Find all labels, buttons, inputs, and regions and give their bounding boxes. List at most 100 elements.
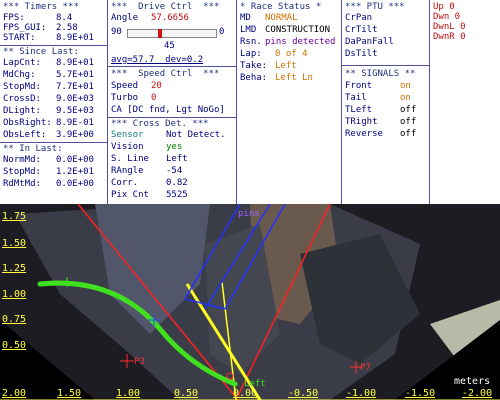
angle-avg-dev: avg=57.7 dev=0.2 bbox=[111, 55, 204, 65]
timer-fpsgui-label: FPS_GUI: bbox=[3, 23, 47, 33]
since-lapcnt-label: LapCnt: bbox=[3, 58, 41, 68]
signal-tail-label: Tail bbox=[345, 93, 367, 103]
motion-dwnr: DwnR 0 bbox=[433, 32, 466, 42]
since-mdchg-label: MdChg: bbox=[3, 70, 36, 80]
timer-start-label: START: bbox=[3, 33, 36, 43]
motion-dwn: Dwn 0 bbox=[433, 12, 461, 22]
ptu-crtilt: CrTilt bbox=[345, 25, 378, 35]
cross-pixcnt-label: Pix Cnt bbox=[111, 190, 149, 200]
ptu-header: *** PTU *** bbox=[345, 2, 405, 12]
timers-panel: *** Timers *** FPS: 8.4 FPS_GUI: 2.58 ST… bbox=[0, 0, 108, 204]
since-crossd-value: 9.0E+03 bbox=[56, 94, 94, 104]
signals-header: ** SIGNALS ** bbox=[345, 69, 416, 79]
x-tick-label: -1.00 bbox=[346, 388, 377, 399]
unit-label: meters bbox=[454, 376, 491, 387]
marker-p3-label: P3 bbox=[134, 357, 145, 367]
drive-header: *** Drive Ctrl *** bbox=[111, 2, 220, 12]
speed-label: Speed bbox=[111, 81, 139, 91]
pins-label: pins bbox=[238, 209, 260, 219]
turbo-label: Turbo bbox=[111, 93, 139, 103]
race-take-value: Left bbox=[275, 61, 297, 71]
race-beha-label: Beha: bbox=[240, 73, 268, 83]
inlast-rdmtmd-label: RdMtMd: bbox=[3, 179, 41, 189]
race-header: * Race Status * bbox=[240, 2, 322, 12]
signal-tleft-value: off bbox=[400, 105, 417, 115]
signal-tail-value: on bbox=[400, 93, 411, 103]
motion-up: Up 0 bbox=[433, 2, 455, 12]
since-obsleft-label: ObsLeft: bbox=[3, 130, 47, 140]
inlast-header: ** In Last: bbox=[3, 144, 63, 154]
cross-sensor-label: Sensor bbox=[111, 130, 144, 140]
divider bbox=[0, 45, 107, 46]
race-reason-value: pins detected bbox=[265, 37, 336, 47]
signal-tleft-label: TLeft bbox=[345, 105, 373, 115]
since-obsright-value: 8.9E-01 bbox=[56, 118, 94, 128]
telemetry-window: *** Timers *** FPS: 8.4 FPS_GUI: 2.58 ST… bbox=[0, 0, 500, 400]
signal-front-value: on bbox=[400, 81, 411, 91]
cross-sline-value: Left bbox=[166, 154, 188, 164]
angle-slider[interactable] bbox=[127, 29, 217, 38]
y-tick-label: 1.75 bbox=[2, 211, 27, 222]
camera-overlay: P3 P7 pins Left bbox=[0, 204, 500, 400]
timer-fpsgui-value: 2.58 bbox=[56, 23, 78, 33]
speed-value: 20 bbox=[151, 81, 162, 91]
since-crossd-label: CrossD: bbox=[3, 94, 41, 104]
inlast-normmd-label: NormMd: bbox=[3, 155, 41, 165]
x-tick-label: 0.50 bbox=[174, 388, 199, 399]
inlast-normmd-value: 0.0E+00 bbox=[56, 155, 94, 165]
ptu-dstilt: DsTilt bbox=[345, 49, 378, 59]
since-mdchg-value: 5.7E+01 bbox=[56, 70, 94, 80]
since-dlight-value: 9.5E+03 bbox=[56, 106, 94, 116]
signal-tright-value: off bbox=[400, 117, 417, 127]
since-dlight-label: DLight: bbox=[3, 106, 41, 116]
slider-max-label: 0 bbox=[219, 27, 225, 37]
signal-tright-label: TRight bbox=[345, 117, 378, 127]
divider bbox=[0, 142, 107, 143]
signal-reverse-value: off bbox=[400, 129, 417, 139]
y-tick-label: 0.50 bbox=[2, 340, 27, 351]
race-status-panel: * Race Status * MD NORMAL LMD CONSTRUCTI… bbox=[237, 0, 342, 204]
cross-corr-label: Corr. bbox=[111, 178, 139, 188]
ptu-dapanfall: DaPanFall bbox=[345, 37, 394, 47]
cross-rangle-label: RAngle bbox=[111, 166, 144, 176]
speed-header: *** Speed Ctrl *** bbox=[111, 69, 220, 79]
signal-front-label: Front bbox=[345, 81, 373, 91]
since-obsright-label: ObsRight: bbox=[3, 118, 52, 128]
race-reason-label: Rsn. bbox=[240, 37, 262, 47]
x-tick-label: 2.00 bbox=[2, 388, 27, 399]
inlast-rdmtmd-value: 0.0E+00 bbox=[56, 179, 94, 189]
motion-status-panel: Up 0 Dwn 0 DwnL 0 DwnR 0 bbox=[430, 0, 500, 204]
ca-status: CA [DC fnd, Lgt NoGo] bbox=[111, 105, 225, 115]
inlast-stopmd-value: 1.2E+01 bbox=[56, 167, 94, 177]
x-tick-label: 0.00 bbox=[233, 388, 258, 399]
since-stopmd-label: StopMd: bbox=[3, 82, 41, 92]
turbo-value: 0 bbox=[151, 93, 157, 103]
motion-dwnl: DwnL 0 bbox=[433, 22, 466, 32]
x-tick-label: 1.00 bbox=[116, 388, 141, 399]
race-beha-value: Left Ln bbox=[275, 73, 313, 83]
race-take-label: Take: bbox=[240, 61, 268, 71]
slider-mid-label: 45 bbox=[164, 41, 175, 51]
timers-header: *** Timers *** bbox=[3, 2, 79, 12]
cross-vision-value: yes bbox=[166, 142, 183, 152]
race-lap-label: Lap: bbox=[240, 49, 262, 59]
ptu-panel: *** PTU *** CrPan CrTilt DaPanFall DsTil… bbox=[342, 0, 430, 204]
marker-p7-label: P7 bbox=[360, 363, 371, 373]
since-lapcnt-value: 8.9E+01 bbox=[56, 58, 94, 68]
y-tick-label: 1.25 bbox=[2, 263, 27, 274]
divider bbox=[108, 117, 236, 118]
race-md-label: MD bbox=[240, 13, 251, 23]
inlast-stopmd-label: StopMd: bbox=[3, 167, 41, 177]
race-lmd-value: CONSTRUCTION bbox=[265, 25, 331, 35]
cross-rangle-value: -54 bbox=[166, 166, 183, 176]
timer-fps-label: FPS: bbox=[3, 13, 25, 23]
race-lap-value: 0 of 4 bbox=[275, 49, 308, 59]
signal-reverse-label: Reverse bbox=[345, 129, 383, 139]
angle-slider-knob[interactable] bbox=[158, 29, 162, 38]
camera-view[interactable]: P3 P7 pins Left 1.75 1.50 1.25 1.00 0.75… bbox=[0, 204, 500, 400]
x-tick-label: -2.00 bbox=[462, 388, 493, 399]
race-lmd-label: LMD bbox=[240, 25, 257, 35]
cross-sensor-value: Not Detect. bbox=[166, 130, 226, 140]
angle-value: 57.6656 bbox=[151, 13, 189, 23]
cross-header: *** Cross Det. *** bbox=[111, 119, 209, 129]
